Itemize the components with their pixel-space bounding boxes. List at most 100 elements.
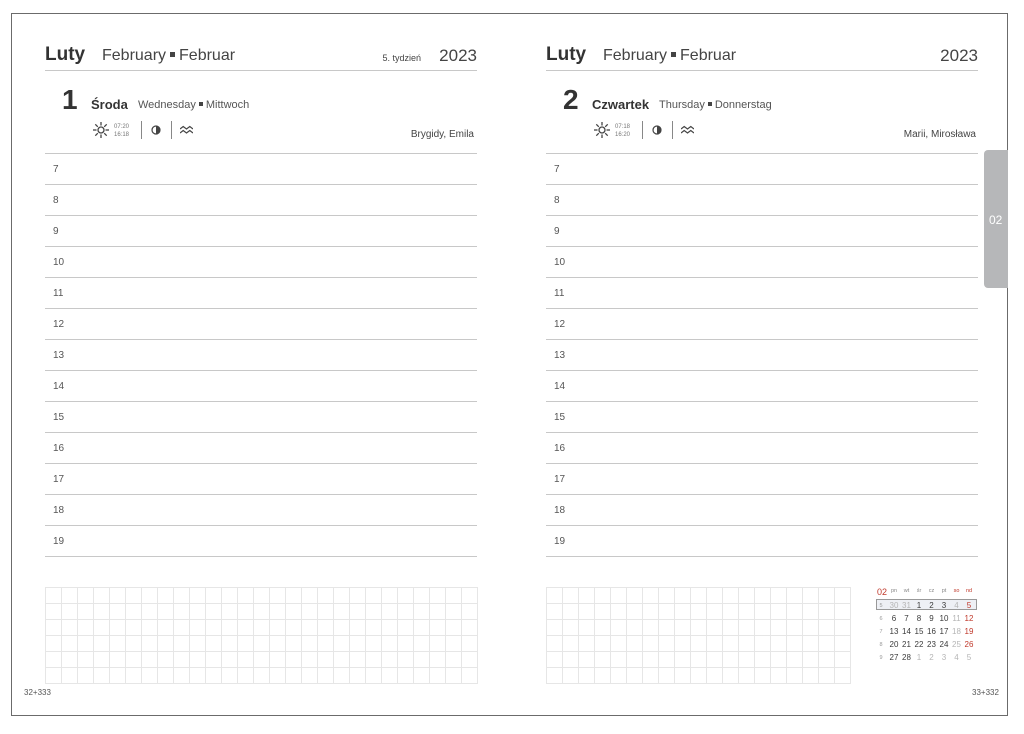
grid-cell	[109, 667, 125, 683]
grid-cell	[349, 603, 365, 619]
grid-cell	[77, 603, 93, 619]
mini-calendar-week-number: 7	[879, 629, 883, 635]
mini-calendar-day[interactable]: 15	[913, 627, 925, 636]
grid-cell	[461, 635, 477, 651]
mini-calendar-day[interactable]: 11	[951, 614, 963, 623]
mini-calendar-day[interactable]: 9	[926, 614, 938, 623]
hour-row[interactable]: 13	[45, 339, 477, 370]
hour-row[interactable]: 10	[45, 246, 477, 277]
hour-row[interactable]: 19	[45, 525, 477, 557]
hour-row[interactable]: 9	[546, 215, 978, 246]
grid-cell	[802, 635, 818, 651]
grid-cell	[546, 619, 562, 635]
mini-calendar-day[interactable]: 18	[951, 627, 963, 636]
mini-calendar-day[interactable]: 21	[901, 640, 913, 649]
month-tab[interactable]: 02	[984, 150, 1008, 288]
grid-cell	[786, 619, 802, 635]
grid-cell	[237, 651, 253, 667]
grid-cell	[301, 651, 317, 667]
mini-calendar-day[interactable]: 22	[913, 640, 925, 649]
hour-row[interactable]: 16	[45, 432, 477, 463]
month-polish: Luty	[546, 44, 587, 65]
grid-cell	[690, 667, 706, 683]
hour-row[interactable]: 8	[546, 184, 978, 215]
mini-calendar-day[interactable]: 16	[926, 627, 938, 636]
hour-row[interactable]: 7	[45, 153, 477, 184]
grid-cell	[706, 635, 722, 651]
mini-calendar-day[interactable]: 23	[926, 640, 938, 649]
mini-calendar-day[interactable]: 14	[901, 627, 913, 636]
grid-cell	[690, 635, 706, 651]
mini-calendar-day[interactable]: 5	[963, 653, 975, 662]
mini-calendar-day[interactable]: 10	[938, 614, 950, 623]
hour-row[interactable]: 8	[45, 184, 477, 215]
mini-calendar-day[interactable]: 12	[963, 614, 975, 623]
grid-cell	[610, 651, 626, 667]
mini-calendar-day[interactable]: 19	[963, 627, 975, 636]
mini-calendar-day[interactable]: 7	[901, 614, 913, 623]
grid-cell	[365, 651, 381, 667]
grid-cell	[157, 619, 173, 635]
hour-row[interactable]: 10	[546, 246, 978, 277]
grid-cell	[349, 587, 365, 603]
mini-calendar-day[interactable]: 4	[951, 653, 963, 662]
grid-cell	[77, 651, 93, 667]
grid-cell	[381, 587, 397, 603]
hour-row[interactable]: 14	[45, 370, 477, 401]
hour-row[interactable]: 7	[546, 153, 978, 184]
grid-cell	[237, 667, 253, 683]
grid-cell	[461, 667, 477, 683]
separator-square	[707, 102, 712, 107]
mini-calendar-day[interactable]: 31	[901, 601, 913, 610]
hour-label: 18	[53, 505, 65, 516]
hour-row[interactable]: 17	[45, 463, 477, 494]
mini-calendar-day[interactable]: 5	[963, 601, 975, 610]
grid-cell	[738, 587, 754, 603]
mini-calendar-day[interactable]: 8	[913, 614, 925, 623]
grid-cell	[834, 635, 850, 651]
mini-calendar-day[interactable]: 27	[888, 653, 900, 662]
grid-cell	[722, 619, 738, 635]
day-name-polish: Czwartek	[592, 97, 650, 112]
grid-cell	[834, 667, 850, 683]
hour-row[interactable]: 13	[546, 339, 978, 370]
month-english: February	[102, 47, 167, 64]
mini-calendar-week: 9 27 28 1 2 3 4 5	[876, 651, 978, 664]
mini-calendar-day[interactable]: 1	[913, 653, 925, 662]
notes-grid-left	[45, 587, 478, 684]
hour-row[interactable]: 9	[45, 215, 477, 246]
mini-calendar-day[interactable]: 25	[951, 640, 963, 649]
grid-cell	[445, 651, 461, 667]
hour-row[interactable]: 19	[546, 525, 978, 557]
mini-calendar-day[interactable]: 2	[926, 653, 938, 662]
mini-calendar-day[interactable]: 24	[938, 640, 950, 649]
mini-calendar-day[interactable]: 3	[938, 653, 950, 662]
mini-calendar-day[interactable]: 26	[963, 640, 975, 649]
hour-row[interactable]: 12	[546, 308, 978, 339]
grid-cell	[770, 635, 786, 651]
mini-calendar-day[interactable]: 28	[901, 653, 913, 662]
mini-calendar-day[interactable]: 20	[888, 640, 900, 649]
mini-calendar-day[interactable]: 4	[951, 601, 963, 610]
hour-row[interactable]: 16	[546, 432, 978, 463]
mini-calendar-day[interactable]: 1	[913, 601, 925, 610]
hour-row[interactable]: 18	[45, 494, 477, 525]
grid-cell	[578, 667, 594, 683]
mini-calendar-day[interactable]: 17	[938, 627, 950, 636]
hour-row[interactable]: 15	[45, 401, 477, 432]
hour-row[interactable]: 11	[546, 277, 978, 308]
grid-cell	[189, 603, 205, 619]
hour-row[interactable]: 12	[45, 308, 477, 339]
mini-calendar-day[interactable]: 3	[938, 601, 950, 610]
mini-calendar-weekday: wt	[903, 588, 910, 594]
hour-row[interactable]: 17	[546, 463, 978, 494]
mini-calendar-day[interactable]: 2	[926, 601, 938, 610]
hour-row[interactable]: 14	[546, 370, 978, 401]
hour-row[interactable]: 18	[546, 494, 978, 525]
hour-row[interactable]: 11	[45, 277, 477, 308]
mini-calendar-day[interactable]: 30	[888, 601, 900, 610]
mini-calendar-day[interactable]: 6	[888, 614, 900, 623]
divider	[672, 121, 673, 139]
mini-calendar-day[interactable]: 13	[888, 627, 900, 636]
hour-row[interactable]: 15	[546, 401, 978, 432]
